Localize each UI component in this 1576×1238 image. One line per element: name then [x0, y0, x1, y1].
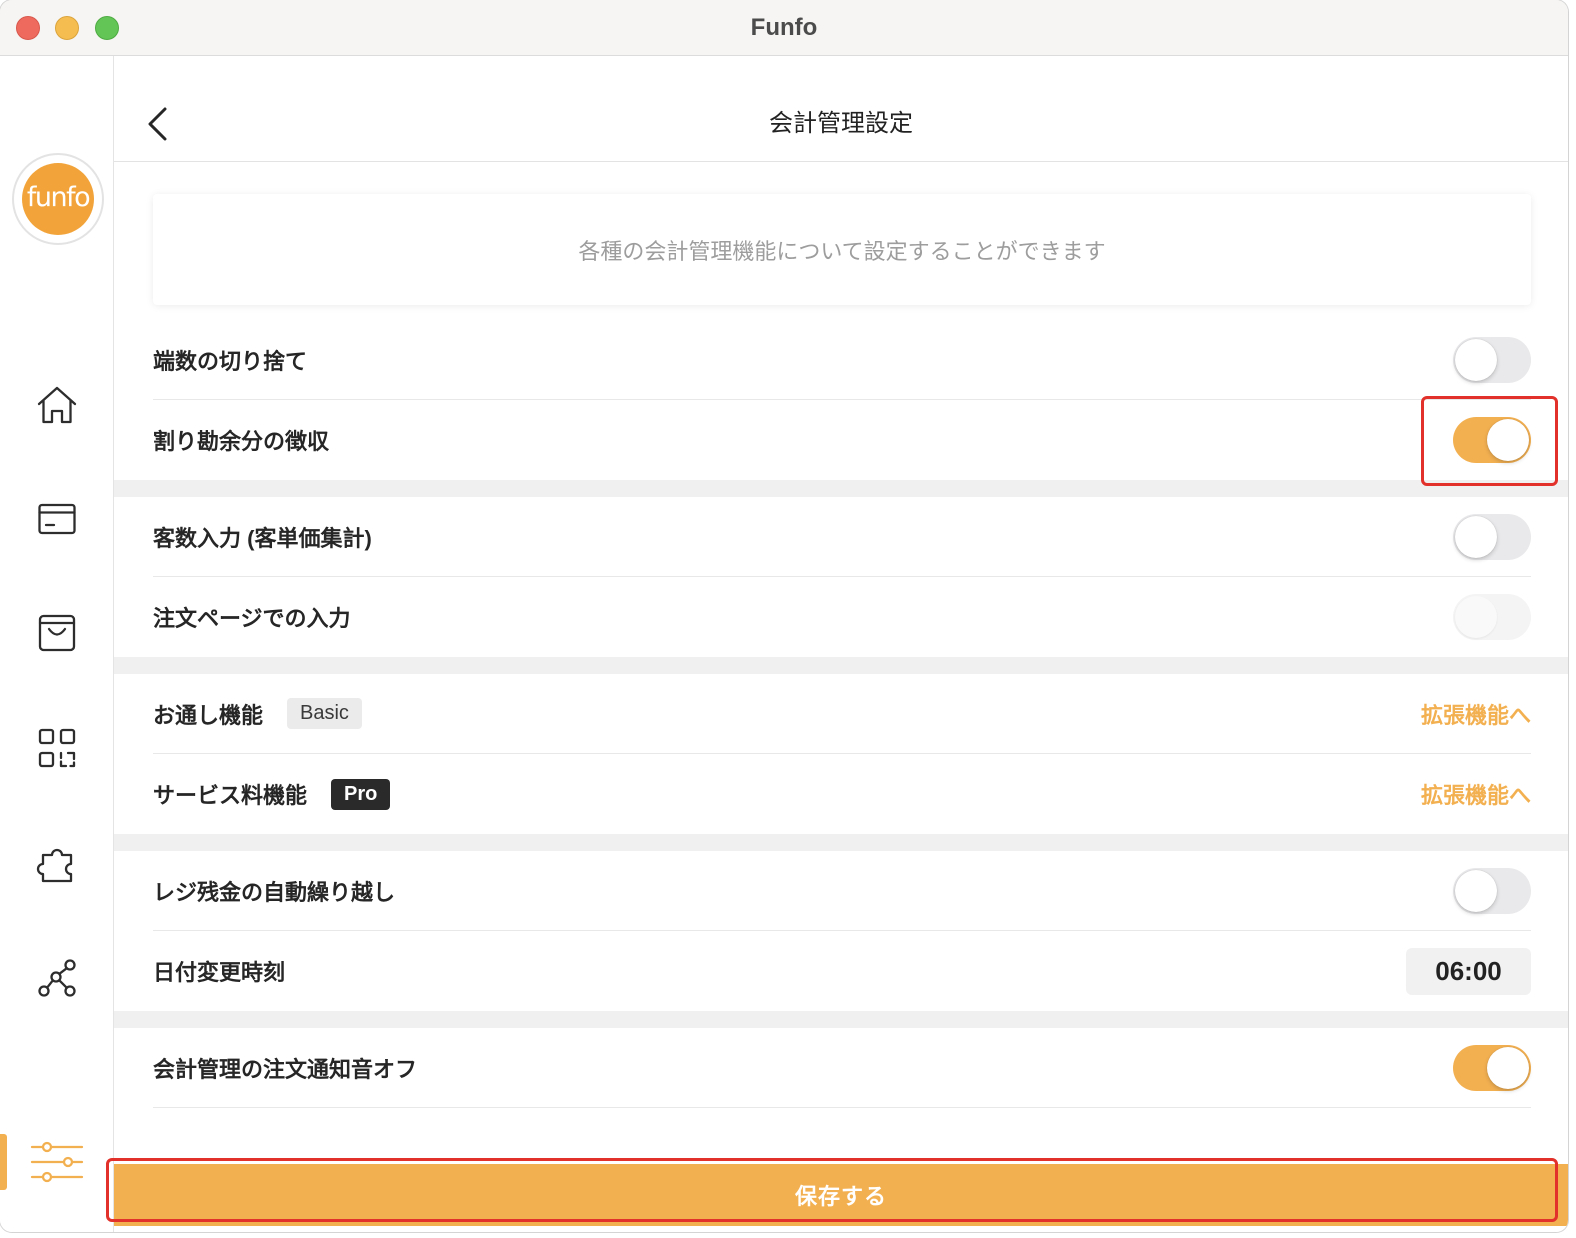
rounding-toggle[interactable]: [1453, 336, 1531, 383]
save-button[interactable]: 保存する: [114, 1164, 1568, 1226]
setting-label: 端数の切り捨て: [153, 348, 308, 374]
settings-section-extensions: お通し機能 Basic 拡張機能へ サービス料機能 Pro 拡張機能へ: [114, 674, 1568, 834]
setting-row-service-charge: サービス料機能 Pro 拡張機能へ: [153, 754, 1531, 834]
window-title: Funfo: [750, 14, 818, 41]
setting-label: 注文ページでの入力: [153, 606, 351, 631]
setting-row-order-page-input: 注文ページでの入力: [153, 577, 1531, 657]
service-charge-extension-link[interactable]: 拡張機能へ: [1421, 778, 1531, 810]
sidebar: funfo: [0, 56, 114, 1232]
otoshi-extension-link[interactable]: 拡張機能へ: [1421, 698, 1531, 730]
info-text: 各種の会計管理機能について設定することができます: [578, 238, 1106, 264]
setting-row-otoshi: お通し機能 Basic 拡張機能へ: [153, 674, 1531, 754]
toggle-knob: [1455, 596, 1497, 638]
section-divider: [114, 657, 1568, 674]
shopping-bag-icon: [38, 614, 76, 652]
section-divider: [114, 1011, 1568, 1028]
minimize-window-button[interactable]: [55, 16, 79, 40]
puzzle-icon: [36, 848, 73, 883]
toggle-knob: [1487, 419, 1529, 461]
close-window-button[interactable]: [16, 16, 40, 40]
setting-label: お通し機能: [153, 702, 264, 728]
setting-label: 客数入力 (客単価集計): [153, 525, 372, 551]
settings-section-register: レジ残金の自動繰り越し 日付変更時刻 06:00: [114, 851, 1568, 1011]
info-card: 各種の会計管理機能について設定することができます: [153, 194, 1531, 305]
sidebar-item-bag[interactable]: [0, 605, 114, 661]
notification-sound-off-toggle[interactable]: [1453, 1044, 1531, 1091]
split-bill-extra-toggle[interactable]: [1453, 417, 1531, 463]
network-icon: [38, 959, 76, 997]
chevron-left-icon: [148, 107, 167, 141]
setting-row-rounding: 端数の切り捨て: [153, 320, 1531, 400]
page-title: 会計管理設定: [769, 110, 913, 137]
sidebar-item-network[interactable]: [0, 950, 114, 1006]
settings-sliders-icon: [30, 1141, 84, 1183]
date-change-time-field[interactable]: 06:00: [1406, 947, 1531, 995]
setting-row-split-bill-extra: 割り勘余分の徴収: [153, 400, 1531, 480]
toggle-knob: [1455, 338, 1497, 381]
logo-badge: funfo: [22, 163, 94, 235]
setting-label: レジ残金の自動繰り越し: [153, 879, 396, 905]
qr-code-icon: [38, 728, 76, 768]
setting-row-cash-carryover: レジ残金の自動繰り越し: [153, 851, 1531, 931]
sidebar-item-card[interactable]: [0, 491, 114, 547]
section-divider: [114, 480, 1568, 497]
order-page-input-toggle[interactable]: [1453, 594, 1531, 640]
sidebar-item-qr-code[interactable]: [0, 720, 114, 776]
settings-section-notification: 会計管理の注文通知音オフ: [114, 1028, 1568, 1108]
app-window: Funfo funfo 会計管理設定 各種の会計管理機能について設定することがで…: [0, 0, 1568, 1232]
setting-label: サービス料機能: [153, 783, 308, 808]
sidebar-item-puzzle[interactable]: [0, 835, 114, 891]
setting-label: 日付変更時刻: [153, 960, 286, 985]
guest-count-toggle[interactable]: [1453, 513, 1531, 560]
toggle-knob: [1487, 1046, 1529, 1089]
page-header: 会計管理設定: [114, 56, 1568, 162]
sidebar-item-home[interactable]: [0, 377, 114, 433]
setting-label: 会計管理の注文通知音オフ: [153, 1056, 418, 1082]
settings-section-guests: 客数入力 (客単価集計) 注文ページでの入力: [114, 497, 1568, 657]
zoom-window-button[interactable]: [95, 16, 119, 40]
title-bar: Funfo: [0, 0, 1568, 56]
sidebar-item-settings[interactable]: [0, 1134, 114, 1190]
funfo-logo: funfo: [12, 153, 104, 245]
setting-row-date-change-time: 日付変更時刻 06:00: [153, 931, 1531, 1011]
settings-section-rounding: 端数の切り捨て 割り勘余分の徴収: [114, 320, 1568, 480]
home-icon: [37, 386, 77, 424]
section-divider: [114, 834, 1568, 851]
back-button[interactable]: [140, 106, 176, 142]
cash-carryover-toggle[interactable]: [1453, 867, 1531, 914]
logo-text: funfo: [26, 182, 91, 213]
setting-row-guest-count: 客数入力 (客単価集計): [153, 497, 1531, 577]
main-panel: 会計管理設定 各種の会計管理機能について設定することができます 端数の切り捨て …: [114, 56, 1568, 1232]
card-icon: [38, 503, 76, 535]
plan-badge-pro: Pro: [331, 778, 391, 810]
setting-row-notification-sound-off: 会計管理の注文通知音オフ: [153, 1028, 1531, 1108]
toggle-knob: [1455, 869, 1497, 912]
plan-badge-basic: Basic: [287, 698, 362, 729]
toggle-knob: [1455, 515, 1497, 558]
setting-label: 割り勘余分の徴収: [153, 429, 330, 454]
